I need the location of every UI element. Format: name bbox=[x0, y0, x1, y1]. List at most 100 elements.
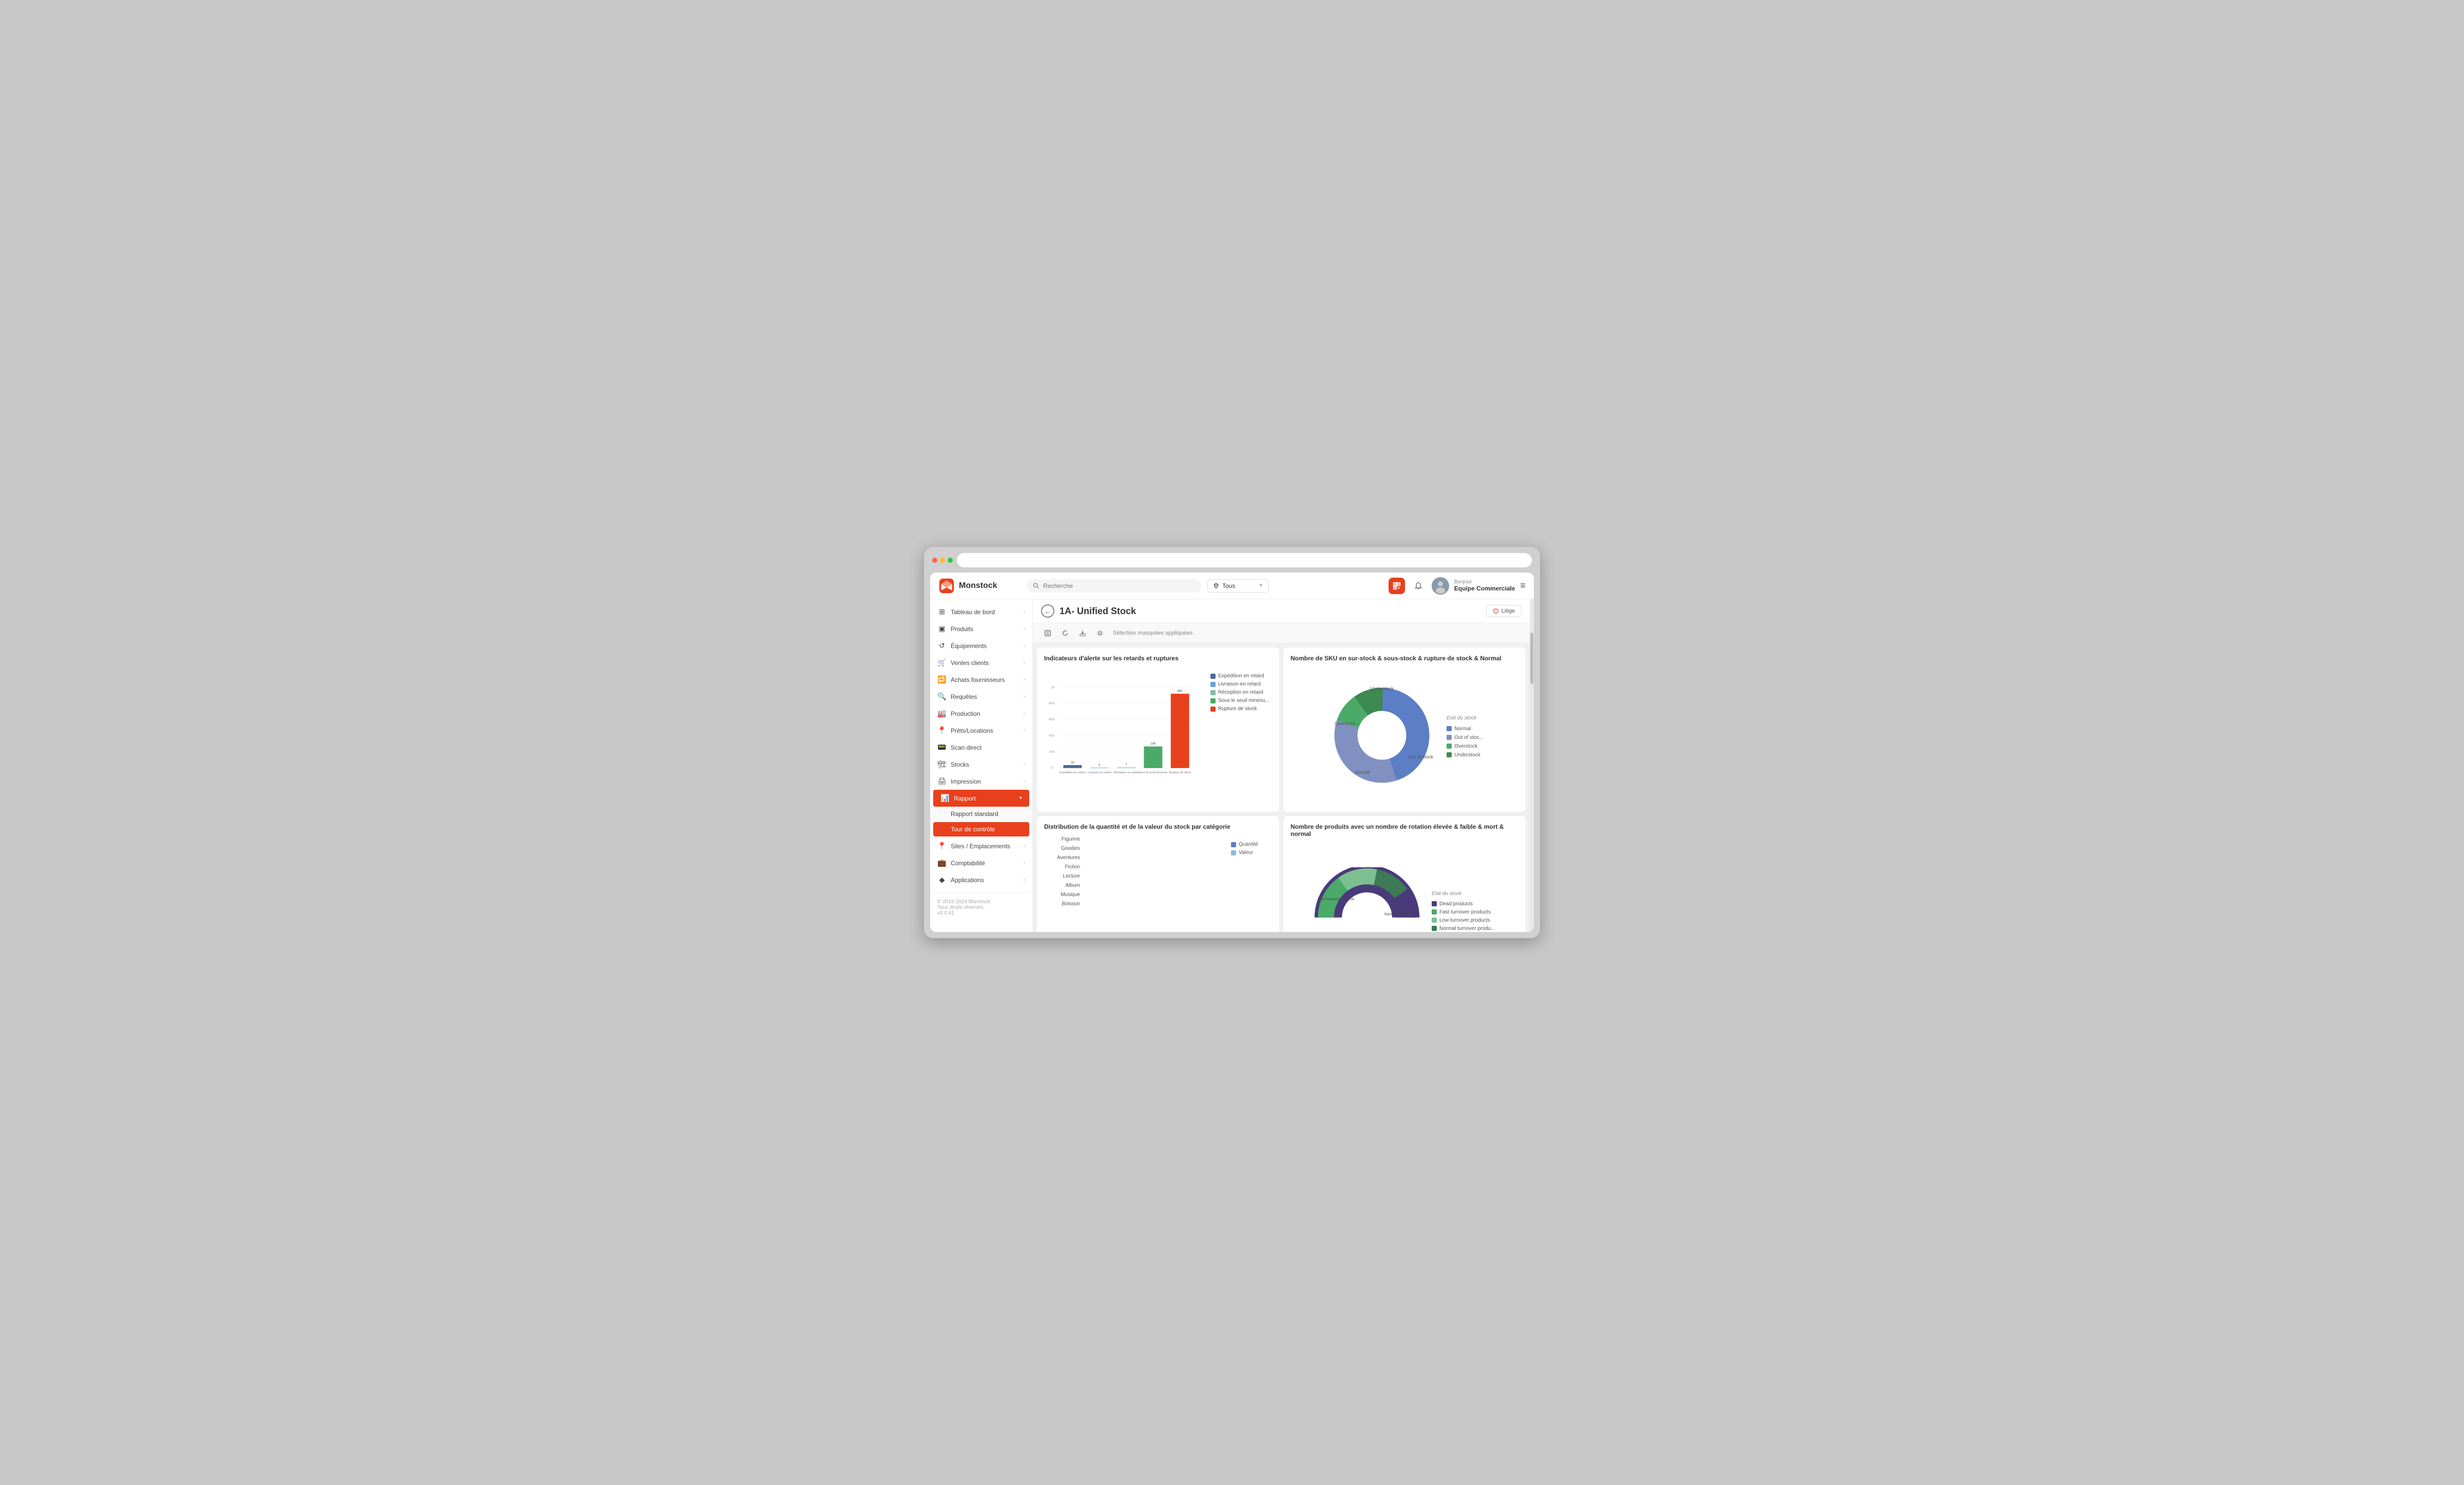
svg-text:Expédition en retard: Expédition en retard bbox=[1060, 771, 1085, 774]
version: v2.0.41 bbox=[937, 910, 1025, 916]
chart1-legend-4: Sous le seuil minimu... bbox=[1210, 698, 1272, 703]
chevron-icon: › bbox=[1024, 877, 1025, 883]
chart1-legend-1: Expédition en retard bbox=[1210, 673, 1272, 679]
svg-text:Normal: Normal bbox=[1355, 770, 1370, 775]
sidebar-label-comptabilite: Comptabilité bbox=[951, 860, 985, 867]
hbar-album: Album bbox=[1044, 883, 1226, 888]
sidebar-sub-item-rapport-standard[interactable]: Rapport standard bbox=[930, 807, 1032, 821]
location-chevron: ▼ bbox=[1258, 583, 1263, 588]
comptabilite-icon: 💼 bbox=[937, 859, 947, 867]
toolbar-btn-1[interactable] bbox=[1041, 626, 1054, 640]
sidebar-item-applications[interactable]: ◆ Applications › bbox=[930, 871, 1032, 888]
sidebar-sub-item-tour-de-controle[interactable]: Tour de contrôle bbox=[933, 822, 1029, 836]
rapport-submenu: Rapport standard Tour de contrôle bbox=[930, 807, 1032, 836]
top-bar: Monstock Tous ▼ bbox=[930, 573, 1534, 599]
litige-button[interactable]: Litige bbox=[1486, 605, 1522, 617]
donut-chart-wrapper: Understock Overstock Out of stock Normal… bbox=[1291, 668, 1518, 805]
chevron-icon: › bbox=[1024, 761, 1025, 767]
hbar-musique: Musique bbox=[1044, 892, 1226, 898]
address-bar[interactable] bbox=[957, 553, 1532, 567]
chart2-legend-4: Understock bbox=[1447, 752, 1484, 758]
scrollbar[interactable] bbox=[1530, 599, 1534, 932]
bell-icon bbox=[1414, 582, 1422, 590]
sidebar-item-requetes[interactable]: 🔍 Requêtes › bbox=[930, 688, 1032, 705]
qr-button[interactable] bbox=[1389, 578, 1405, 594]
chevron-icon: › bbox=[1024, 626, 1025, 632]
rapport-chevron: ▾ bbox=[1019, 795, 1022, 801]
chart-card-4: Nombre de produits avec un nombre de rot… bbox=[1283, 816, 1526, 932]
page-title: 1A- Unified Stock bbox=[1060, 606, 1481, 617]
sidebar-item-tableau-de-bord[interactable]: ⊞ Tableau de bord › bbox=[930, 603, 1032, 620]
toolbar: Sélection masquées appliquées bbox=[1033, 623, 1530, 643]
sidebar-item-ventes-clients[interactable]: 🛒 Ventes clients › bbox=[930, 654, 1032, 671]
user-greeting: Bonjour bbox=[1454, 579, 1515, 585]
litige-label: Litige bbox=[1502, 608, 1515, 614]
sidebar-label-impression: Impression bbox=[951, 778, 981, 785]
top-icons: Bonjour Equipe Commerciale ≡ bbox=[1389, 577, 1526, 595]
search-container bbox=[1027, 579, 1201, 593]
search-input[interactable] bbox=[1043, 582, 1195, 589]
chevron-icon: › bbox=[1024, 843, 1025, 849]
svg-text:Fast turnover products: Fast turnover products bbox=[1318, 897, 1355, 901]
sidebar-label-production: Production bbox=[951, 710, 980, 717]
sidebar-item-sites-emplacements[interactable]: 📍 Sites / Emplacements › bbox=[930, 837, 1032, 854]
chart4-legend-2: Fast turnover products bbox=[1432, 909, 1498, 915]
sidebar-item-comptabilite[interactable]: 💼 Comptabilité › bbox=[930, 854, 1032, 871]
hbar-aventures: Aventures bbox=[1044, 855, 1226, 861]
sidebar-item-produits[interactable]: ▣ Produits › bbox=[930, 620, 1032, 637]
production-icon: 🏭 bbox=[937, 709, 947, 718]
toolbar-btn-3[interactable] bbox=[1076, 626, 1089, 640]
scrollbar-thumb[interactable] bbox=[1530, 633, 1533, 684]
location-label: Tous bbox=[1222, 582, 1235, 589]
sidebar-item-rapport[interactable]: 📊 Rapport ▾ bbox=[933, 790, 1029, 807]
svg-text:5: 5 bbox=[1099, 764, 1101, 767]
chevron-icon: › bbox=[1024, 860, 1025, 866]
svg-text:400: 400 bbox=[1049, 734, 1054, 737]
chart2-legend-title: Etat du stock bbox=[1447, 715, 1484, 721]
refresh-icon bbox=[1062, 630, 1069, 637]
search-icon bbox=[1033, 582, 1039, 589]
chart-card-3: Distribution de la quantité et de la val… bbox=[1037, 816, 1279, 932]
notification-button[interactable] bbox=[1410, 578, 1427, 594]
close-dot[interactable] bbox=[932, 558, 937, 563]
maximize-dot[interactable] bbox=[948, 558, 953, 563]
sidebar-item-prets-locations[interactable]: 📍 Prêts/Locations › bbox=[930, 722, 1032, 739]
sidebar-item-achats-fournisseurs[interactable]: 🔁 Achats fournisseurs › bbox=[930, 671, 1032, 688]
chart4-legend-title: Etat du stock bbox=[1432, 891, 1498, 897]
chevron-icon: › bbox=[1024, 660, 1025, 665]
sidebar-item-equipements[interactable]: ↺ Équipements › bbox=[930, 637, 1032, 654]
charts-area: Indicateurs d'alerte sur les retards et … bbox=[1033, 643, 1530, 932]
chart1-legend-3: Réception en retard bbox=[1210, 690, 1272, 695]
sidebar-label-requetes: Requêtes bbox=[951, 693, 977, 700]
browser-dots bbox=[932, 558, 953, 563]
impression-icon: 🖨 bbox=[937, 777, 947, 786]
settings-icon bbox=[1096, 630, 1104, 637]
svg-text:7: 7 bbox=[1125, 764, 1127, 767]
toolbar-btn-2[interactable] bbox=[1058, 626, 1072, 640]
chart1-legend-2: Livraison en retard bbox=[1210, 681, 1272, 687]
sidebar-label-prets-locations: Prêts/Locations bbox=[951, 727, 993, 734]
svg-text:600: 600 bbox=[1049, 718, 1054, 721]
hbar-lecture: Lecture bbox=[1044, 873, 1226, 879]
location-dropdown[interactable]: Tous ▼ bbox=[1207, 579, 1269, 593]
toolbar-btn-4[interactable] bbox=[1093, 626, 1107, 640]
minimize-dot[interactable] bbox=[940, 558, 945, 563]
chart-card-1: Indicateurs d'alerte sur les retards et … bbox=[1037, 648, 1279, 812]
sidebar-item-production[interactable]: 🏭 Production › bbox=[930, 705, 1032, 722]
sidebar-item-scan-direct[interactable]: 📟 Scan direct bbox=[930, 739, 1032, 756]
chevron-icon: › bbox=[1024, 609, 1025, 615]
svg-text:1k: 1k bbox=[1051, 686, 1055, 689]
sidebar-label-ventes-clients: Ventes clients bbox=[951, 659, 989, 667]
chart2-legend-3: Overstock bbox=[1447, 744, 1484, 749]
svg-text:Rupture de stock: Rupture de stock bbox=[1169, 771, 1191, 774]
chevron-icon: › bbox=[1024, 778, 1025, 784]
sidebar-item-stocks[interactable]: 🏗 Stocks › bbox=[930, 756, 1032, 773]
main-layout: ⊞ Tableau de bord › ▣ Produits › ↺ Équip… bbox=[930, 599, 1534, 932]
sidebar-item-impression[interactable]: 🖨 Impression › bbox=[930, 773, 1032, 790]
back-button[interactable]: ← bbox=[1041, 604, 1054, 618]
achats-icon: 🔁 bbox=[937, 675, 947, 684]
hamburger-menu[interactable]: ≡ bbox=[1520, 580, 1526, 591]
browser-bar bbox=[930, 553, 1534, 567]
chart4-legend-3: Low turnover products bbox=[1432, 918, 1498, 923]
chevron-icon: › bbox=[1024, 677, 1025, 682]
